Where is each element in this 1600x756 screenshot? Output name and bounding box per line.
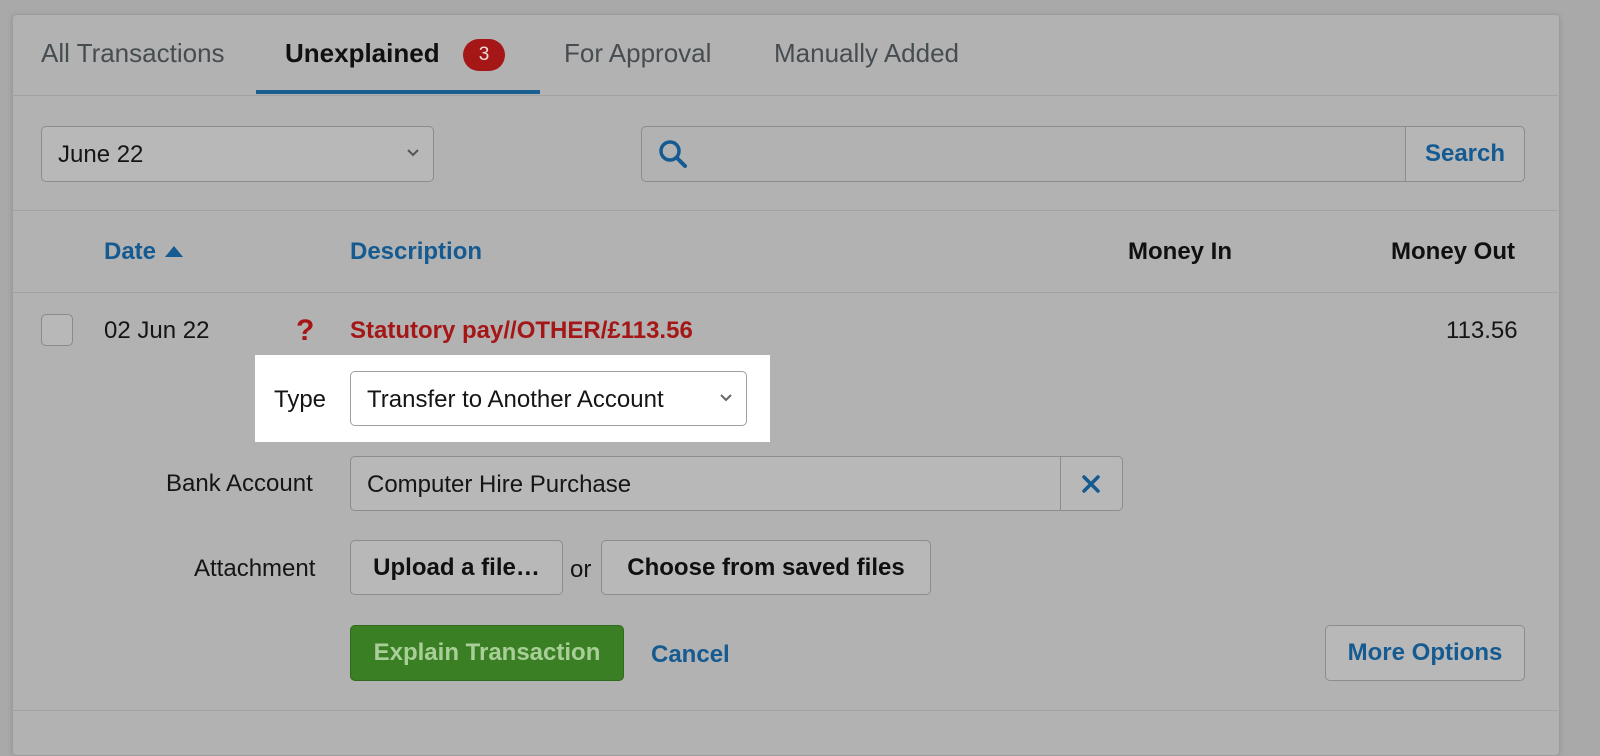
- description-column-header[interactable]: Description: [350, 238, 482, 266]
- period-select-value: June 22: [58, 141, 144, 168]
- period-select[interactable]: June 22: [41, 126, 434, 182]
- tab-manually-added[interactable]: Manually Added: [774, 38, 959, 69]
- question-mark-icon: ?: [296, 314, 315, 347]
- row-divider: [12, 710, 1558, 711]
- tab-all-transactions[interactable]: All Transactions: [41, 38, 225, 69]
- or-text: or: [570, 556, 592, 583]
- active-tab-underline: [256, 90, 540, 94]
- row-money-out: 113.56: [1446, 317, 1518, 344]
- bank-account-label: Bank Account: [166, 470, 313, 497]
- close-icon: [1082, 475, 1100, 493]
- chevron-down-icon: [407, 149, 419, 157]
- tab-for-approval[interactable]: For Approval: [564, 38, 711, 69]
- row-checkbox[interactable]: [41, 314, 73, 346]
- chevron-down-icon: [720, 394, 732, 402]
- tabs-divider: [12, 95, 1558, 96]
- filter-divider: [12, 210, 1558, 211]
- type-select[interactable]: Transfer to Another Account: [350, 371, 747, 426]
- search-field[interactable]: Search: [641, 126, 1525, 182]
- tab-unexplained[interactable]: Unexplained: [285, 38, 440, 69]
- unexplained-count-badge: 3: [463, 39, 505, 71]
- clear-bank-account-button[interactable]: [1060, 457, 1122, 510]
- row-date: 02 Jun 22: [104, 317, 210, 344]
- sort-ascending-icon: [164, 246, 183, 257]
- type-label: Type: [274, 386, 327, 413]
- header-divider: [12, 292, 1558, 293]
- explain-transaction-button[interactable]: Explain Transaction: [350, 625, 624, 681]
- money-in-column-header: Money In: [1128, 238, 1233, 265]
- row-description[interactable]: Statutory pay//OTHER/£113.56: [350, 317, 693, 345]
- attachment-label: Attachment: [194, 555, 316, 582]
- date-column-header[interactable]: Date: [104, 238, 183, 266]
- more-options-button[interactable]: More Options: [1325, 625, 1525, 681]
- date-header-label: Date: [104, 238, 157, 265]
- upload-file-button[interactable]: Upload a file…: [350, 540, 563, 595]
- bank-account-field[interactable]: Computer Hire Purchase: [350, 456, 1123, 511]
- type-select-value: Transfer to Another Account: [367, 386, 664, 413]
- search-button[interactable]: Search: [1405, 127, 1524, 181]
- search-icon: [659, 140, 687, 168]
- cancel-link[interactable]: Cancel: [651, 641, 730, 669]
- bank-account-value: Computer Hire Purchase: [367, 471, 632, 498]
- choose-saved-files-button[interactable]: Choose from saved files: [601, 540, 931, 595]
- money-out-column-header: Money Out: [1391, 238, 1515, 265]
